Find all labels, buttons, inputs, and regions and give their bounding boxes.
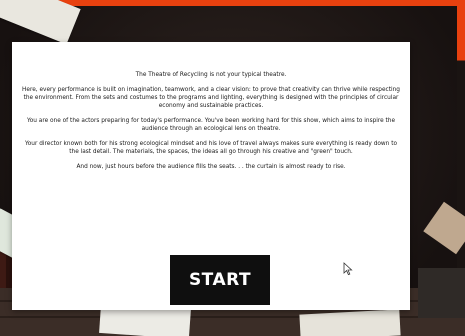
paper-tape-top-left xyxy=(0,0,81,45)
start-button[interactable]: START xyxy=(170,255,270,305)
intro-text: The Theatre of Recycling is not your typ… xyxy=(20,72,402,179)
paper-tape-bottom-right xyxy=(299,309,401,336)
intro-paragraph: And now, just hours before the audience … xyxy=(76,163,346,170)
intro-paragraph: Here, every performance is built on imag… xyxy=(22,87,400,109)
intro-paragraph-title: The Theatre of Recycling is not your typ… xyxy=(135,72,287,78)
intro-paragraph: Your director known both for his strong … xyxy=(24,140,398,155)
intro-paragraph: You are one of the actors preparing for … xyxy=(26,117,396,132)
mouse-pointer-icon xyxy=(343,262,353,276)
dark-scrap xyxy=(418,268,465,318)
